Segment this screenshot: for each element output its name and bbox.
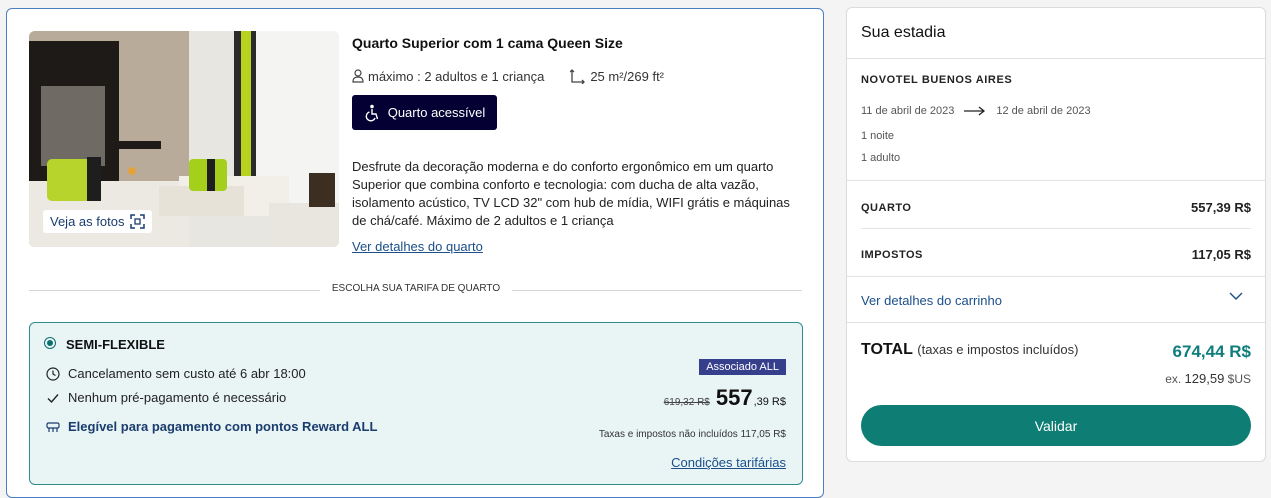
nights-count: 1 noite (861, 130, 895, 142)
summary-title: Sua estadia (861, 24, 946, 41)
room-description: Desfrute da decoração moderna e do confo… (352, 159, 790, 228)
stay-summary: Sua estadia NOVOTEL BUENOS AIRES 11 de a… (846, 7, 1266, 462)
room-meta: máximo : 2 adultos e 1 criança 25 m²/269… (352, 68, 664, 84)
room-price-value: 557,39 R$ (1191, 200, 1251, 215)
expand-icon (130, 214, 146, 229)
price-integer: 557 (715, 385, 753, 410)
total-title: TOTAL (861, 341, 913, 358)
check-icon (47, 393, 59, 403)
divider (847, 180, 1265, 181)
cancellation-text: Cancelamento sem custo até 6 abr 18:00 (68, 366, 306, 381)
prepayment-text: Nenhum pré-pagamento é necessário (68, 390, 287, 405)
tax-label: IMPOSTOS (861, 249, 923, 261)
room-size: 25 m²/269 ft² (590, 68, 665, 84)
rate-option[interactable]: SEMI-FLEXIBLE Cancelamento sem custo até… (29, 322, 803, 485)
divider (847, 276, 1265, 277)
accessible-room-button[interactable]: Quarto acessível (352, 95, 497, 130)
room-photo[interactable]: Veja as fotos (29, 31, 339, 247)
room-price-label: QUARTO (861, 202, 912, 214)
tax-value: 117,05 R$ (1191, 247, 1251, 262)
view-photos-label: Veja as fotos (50, 214, 125, 229)
accessible-room-label: Quarto acessível (387, 105, 486, 120)
room-details-link[interactable]: Ver detalhes do quarto (352, 239, 483, 254)
chevron-down-icon[interactable] (1229, 291, 1243, 301)
person-icon (352, 69, 364, 83)
usd-unit: $US (1227, 372, 1251, 386)
clock-icon (46, 366, 60, 381)
wheelchair-icon (365, 104, 378, 121)
rate-radio[interactable] (44, 337, 56, 349)
total-label: TOTAL (taxas e impostos incluídos) (861, 341, 1078, 359)
total-subtitle: (taxas e impostos incluídos) (917, 342, 1079, 357)
view-photos-button[interactable]: Veja as fotos (43, 210, 153, 233)
reward-text: Elegível para pagamento com pontos Rewar… (68, 419, 378, 434)
prepayment-line: Nenhum pré-pagamento é necessário (46, 390, 286, 405)
divider (861, 228, 1251, 229)
divider (847, 58, 1265, 59)
cart-details-link[interactable]: Ver detalhes do carrinho (861, 293, 1002, 308)
room-card: Veja as fotos Quarto Superior com 1 cama… (6, 8, 824, 498)
rate-name: SEMI-FLEXIBLE (66, 337, 165, 352)
usd-value: 129,59 (1184, 371, 1225, 386)
divider (847, 322, 1265, 323)
cancellation-line: Cancelamento sem custo até 6 abr 18:00 (46, 366, 306, 381)
price-decimal: ,39 R$ (753, 396, 786, 408)
checkin-date: 11 de abril de 2023 (861, 105, 955, 117)
reward-line: Elegível para pagamento com pontos Rewar… (46, 419, 377, 434)
arrow-right-icon (964, 106, 986, 116)
usd-equivalent: ex. 129,59 $US (1165, 371, 1251, 386)
price-row: 619,32 R$ 557 ,39 R$ (664, 385, 786, 411)
hotel-name: NOVOTEL BUENOS AIRES (861, 74, 1013, 86)
taxes-note: Taxas e impostos não incluídos 117,05 R$ (598, 429, 786, 440)
guests-count: 1 adulto (861, 152, 901, 164)
room-title: Quarto Superior com 1 cama Queen Size (352, 35, 623, 51)
old-price: 619,32 R$ (663, 397, 710, 408)
rate-conditions-link[interactable]: Condições tarifárias (671, 455, 786, 470)
total-value: 674,44 R$ (1172, 342, 1251, 361)
usd-prefix: ex. (1165, 372, 1182, 386)
room-capacity: máximo : 2 adultos e 1 criança (368, 68, 545, 84)
checkout-date: 12 de abril de 2023 (996, 105, 1091, 117)
rate-section-label: ESCOLHA SUA TARIFA DE QUARTO (319, 283, 513, 294)
stay-dates: 11 de abril de 2023 12 de abril de 2023 (861, 105, 1091, 117)
member-badge: Associado ALL (699, 359, 786, 375)
reward-icon (46, 421, 60, 432)
area-icon (570, 69, 586, 84)
validate-button[interactable]: Validar (861, 405, 1251, 446)
